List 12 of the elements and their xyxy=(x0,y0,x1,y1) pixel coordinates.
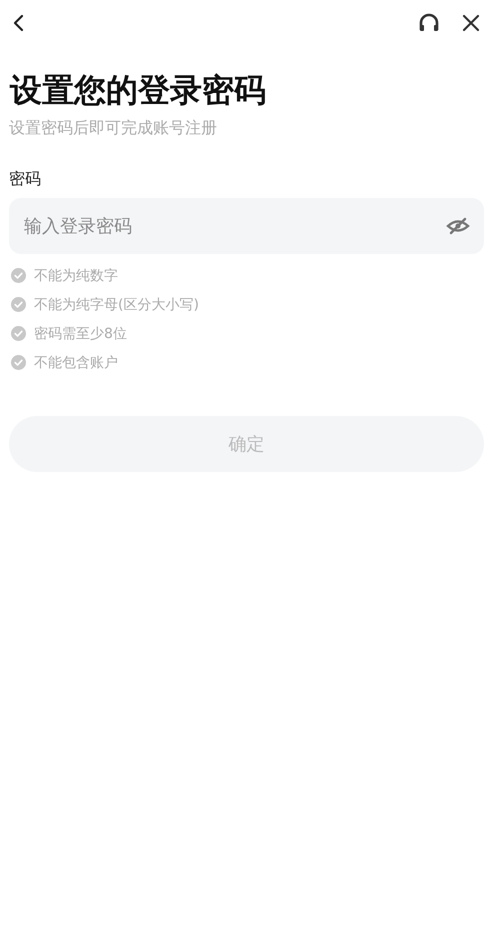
field-label: 密码 xyxy=(9,169,42,190)
rule-text: 不能包含账户 xyxy=(34,354,118,372)
rule-text: 不能为纯字母(区分大小写) xyxy=(34,296,199,314)
password-field[interactable]: 输入登录密码 xyxy=(9,198,484,254)
page-subtitle: 设置密码后即可完成账号注册 xyxy=(9,118,218,139)
rule-text: 不能为纯数字 xyxy=(34,266,118,284)
back-icon[interactable] xyxy=(11,13,25,33)
rule-text: 密码需至少8位 xyxy=(34,324,127,342)
eye-slash-icon[interactable] xyxy=(446,217,470,235)
headphones-icon[interactable] xyxy=(418,13,440,33)
page-title: 设置您的登录密码 xyxy=(10,70,267,111)
close-icon[interactable] xyxy=(462,14,480,32)
